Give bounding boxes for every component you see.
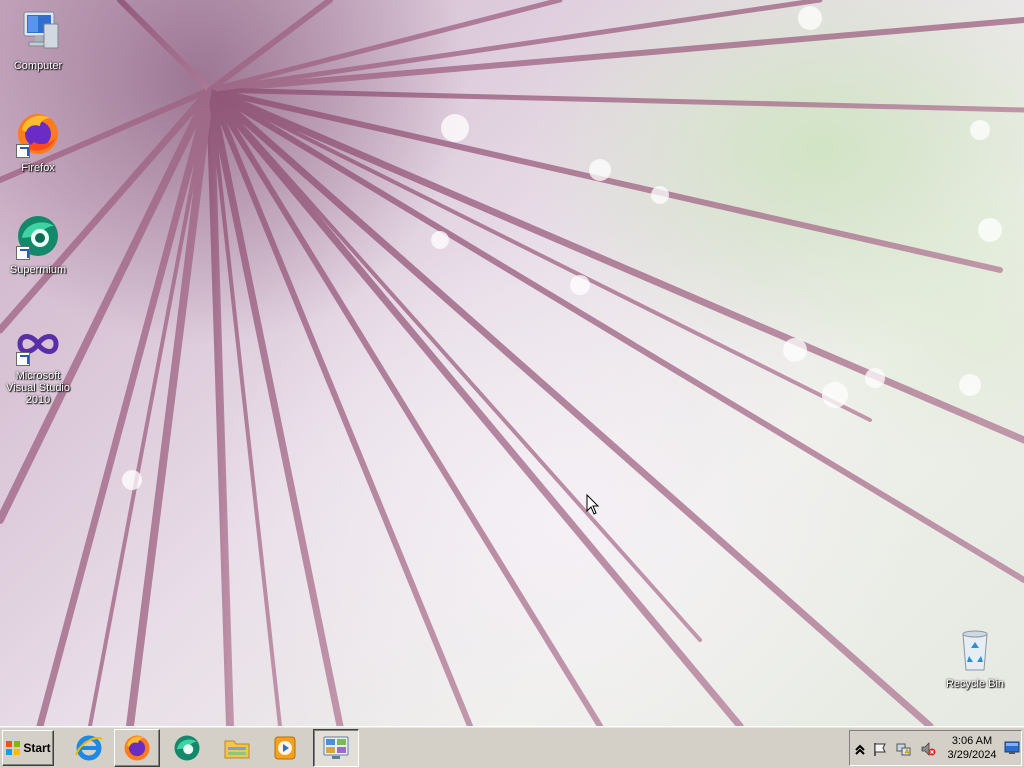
taskbar-file-explorer[interactable] bbox=[214, 729, 260, 767]
desktop-icon-label: Computer bbox=[13, 60, 63, 72]
taskbar-firefox[interactable] bbox=[114, 729, 160, 767]
mouse-cursor-icon bbox=[586, 494, 600, 515]
tray-clock[interactable]: 3:06 AM 3/29/2024 bbox=[942, 734, 1002, 762]
start-button[interactable]: Start bbox=[2, 730, 54, 766]
taskbar-control-panel[interactable] bbox=[313, 729, 359, 767]
desktop-icon-visual-studio[interactable]: Microsoft Visual Studio 2010 bbox=[0, 324, 76, 406]
control-panel-icon bbox=[323, 736, 349, 759]
wallpaper-strands bbox=[0, 0, 1024, 726]
desktop-icon-recycle-bin[interactable]: Recycle Bin bbox=[937, 626, 1013, 690]
taskbar-internet-explorer[interactable] bbox=[66, 729, 112, 767]
shortcut-arrow-icon bbox=[16, 246, 30, 260]
desktop-icon-label: Firefox bbox=[21, 162, 55, 174]
action-center-flag-icon[interactable] bbox=[872, 741, 888, 757]
desktop-icon-label: Microsoft Visual Studio 2010 bbox=[5, 370, 70, 406]
firefox-icon bbox=[124, 735, 150, 761]
network-icon[interactable] bbox=[896, 741, 912, 757]
supermium-icon bbox=[174, 735, 200, 761]
show-desktop-icon[interactable] bbox=[1004, 741, 1020, 755]
firefox-icon bbox=[14, 110, 62, 158]
taskbar-supermium[interactable] bbox=[164, 729, 210, 767]
taskbar: Start 3:06 AM 3/29/2024 bbox=[0, 726, 1024, 768]
desktop-icon-supermium[interactable]: Supermium bbox=[0, 212, 76, 276]
clock-time: 3:06 AM bbox=[951, 735, 993, 747]
show-hidden-icons-chevron-icon[interactable] bbox=[852, 741, 868, 757]
desktop-icon-computer[interactable]: Computer bbox=[0, 8, 76, 72]
clock-date: 3/29/2024 bbox=[947, 749, 997, 761]
desktop-wallpaper bbox=[0, 0, 1024, 726]
system-tray: 3:06 AM 3/29/2024 bbox=[849, 730, 1022, 766]
shortcut-arrow-icon bbox=[16, 144, 30, 158]
media-player-icon bbox=[274, 736, 296, 760]
supermium-icon bbox=[14, 212, 62, 260]
windows-logo-icon bbox=[6, 741, 21, 755]
folder-icon bbox=[224, 740, 250, 759]
shortcut-arrow-icon bbox=[16, 352, 30, 366]
desktop-icon-firefox[interactable]: Firefox bbox=[0, 110, 76, 174]
start-label: Start bbox=[23, 741, 51, 755]
desktop-icon-label: Recycle Bin bbox=[945, 678, 1005, 690]
volume-muted-icon[interactable] bbox=[920, 741, 936, 757]
visual-studio-icon bbox=[14, 324, 62, 366]
desktop-icon-label: Supermium bbox=[9, 264, 67, 276]
internet-explorer-icon bbox=[75, 735, 103, 761]
computer-icon bbox=[14, 8, 62, 56]
recycle-bin-icon bbox=[951, 626, 999, 674]
taskbar-media-player[interactable] bbox=[262, 729, 308, 767]
